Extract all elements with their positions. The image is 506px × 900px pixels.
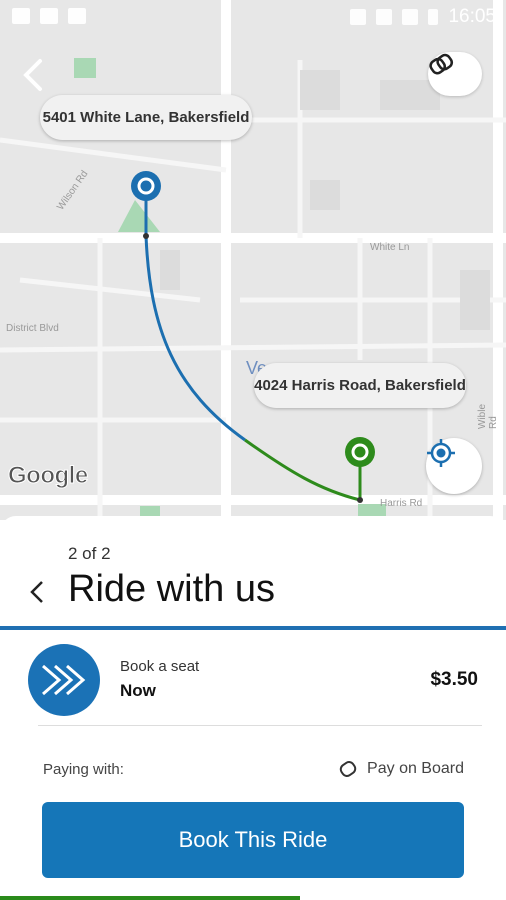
page-title: Ride with us (68, 568, 275, 610)
transit-logo-icon (28, 644, 100, 716)
origin-label: 5401 White Lane, Bakersfield (40, 95, 252, 140)
chevron-left-icon (30, 581, 43, 603)
screenshot-notification-icon (68, 8, 86, 24)
status-bar: 16:05 (0, 0, 506, 36)
google-logo: Google (8, 462, 89, 490)
payment-method-label: Pay on Board (367, 760, 464, 777)
street-label-white: White Ln (370, 242, 410, 253)
wifi-icon (376, 9, 393, 25)
signal-icon (402, 9, 419, 25)
step-indicator: 2 of 2 (68, 544, 111, 563)
option-label: Book a seat (120, 658, 200, 675)
my-location-button[interactable] (426, 438, 482, 494)
back-button[interactable] (18, 55, 52, 95)
back-arrow-icon (23, 59, 42, 91)
layers-icon (429, 53, 454, 75)
street-label-district: District Blvd (6, 323, 59, 334)
street-label-wible: Wible Rd (477, 403, 499, 429)
crosshair-icon (427, 439, 455, 467)
mute-icon (350, 9, 367, 25)
battery-icon (428, 9, 439, 25)
layers-button[interactable] (428, 52, 482, 96)
payment-icon (339, 761, 357, 777)
paying-with-label: Paying with: (43, 761, 124, 778)
street-label-harris: Harris Rd (380, 498, 423, 509)
payment-method-selector[interactable]: Pay on Board (339, 759, 464, 779)
ride-sheet: 2 of 2 Ride with us Book a seat Now $3.5… (0, 516, 506, 900)
progress-bar (0, 896, 300, 900)
image-notification-icon (12, 8, 30, 24)
previous-step-button[interactable] (22, 574, 50, 610)
option-time: Now (120, 681, 156, 700)
title-underline (0, 626, 506, 630)
clock: 16:05 (448, 6, 496, 27)
divider (38, 725, 482, 726)
destination-label: 4024 Harris Road, Bakersfield (254, 363, 466, 408)
map-view[interactable]: Wilson Rd White Ln District Blvd Harris … (0, 0, 506, 520)
book-ride-button[interactable]: Book This Ride (42, 802, 464, 878)
chart-notification-icon (40, 8, 58, 24)
price: $3.50 (430, 669, 478, 690)
